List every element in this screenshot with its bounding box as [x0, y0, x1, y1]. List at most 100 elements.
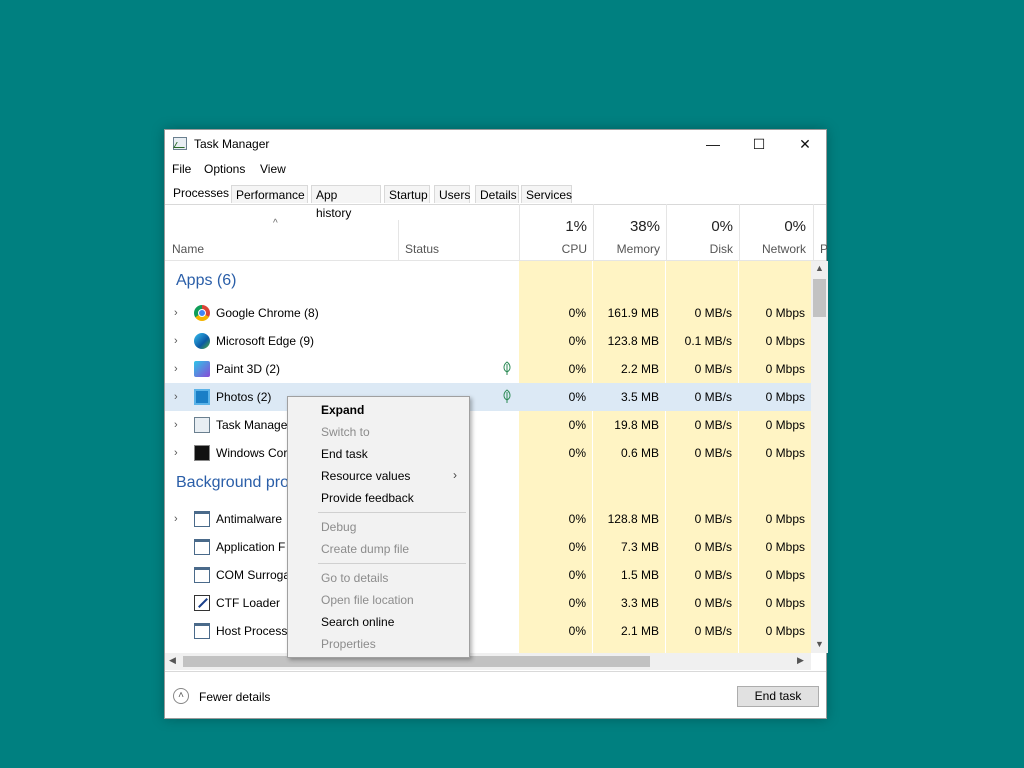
menu-item-debug[interactable]: Debug [321, 520, 356, 534]
table-row[interactable]: › Antimalware 0% 128.8 MB 0 MB/s 0 Mbps [165, 505, 811, 533]
scroll-up-icon[interactable]: ▲ [815, 263, 824, 273]
disk-value: 0 MB/s [694, 418, 732, 432]
disk-value: 0 MB/s [694, 512, 732, 526]
header-cpu[interactable]: 1% CPU [519, 204, 593, 260]
menu-separator [318, 563, 466, 564]
table-row[interactable]: COM Surroga 0% 1.5 MB 0 MB/s 0 Mbps [165, 561, 811, 589]
network-value: 0 Mbps [765, 306, 805, 320]
network-value: 0 Mbps [765, 418, 805, 432]
cpu-value: 0% [568, 512, 586, 526]
network-label: Network [761, 242, 806, 256]
disk-value: 0 MB/s [694, 568, 732, 582]
chevron-up-circle-icon[interactable]: ˄ [173, 688, 189, 704]
horizontal-scrollbar[interactable]: ◀ ▶ [165, 653, 811, 670]
menu-view[interactable]: View [260, 162, 286, 176]
menu-item-go-to-details[interactable]: Go to details [321, 571, 388, 585]
scroll-down-icon[interactable]: ▼ [815, 639, 824, 649]
process-name: Host Process [216, 624, 288, 638]
table-row[interactable]: Host Process 0% 2.1 MB 0 MB/s 0 Mbps [165, 617, 811, 645]
table-row[interactable]: CTF Loader 0% 3.3 MB 0 MB/s 0 Mbps [165, 589, 811, 617]
tab-services[interactable]: Services [521, 185, 572, 203]
title-bar[interactable]: Task Manager — ☐ ✕ [165, 130, 826, 158]
tab-performance[interactable]: Performance [231, 185, 308, 203]
table-row[interactable]: › Google Chrome (8) 0% 161.9 MB 0 MB/s 0… [165, 299, 811, 327]
menu-options[interactable]: Options [204, 162, 245, 176]
menu-bar: File Options View [165, 160, 826, 180]
chevron-right-icon[interactable]: › [174, 447, 178, 459]
table-row-selected[interactable]: › Photos (2) 0% 3.5 MB 0 MB/s 0 Mbps [165, 383, 811, 411]
table-row[interactable]: › Task Manager 0% 19.8 MB 0 MB/s 0 Mbps [165, 411, 811, 439]
table-row[interactable]: › Microsoft Edge (9) 0% 123.8 MB 0.1 MB/… [165, 327, 811, 355]
chevron-right-icon[interactable]: › [174, 391, 178, 403]
process-name: Paint 3D (2) [216, 362, 281, 376]
scroll-right-icon[interactable]: ▶ [797, 655, 804, 666]
disk-value: 0 MB/s [694, 540, 732, 554]
service-window-icon [194, 539, 210, 555]
close-button[interactable]: ✕ [782, 130, 828, 158]
menu-item-open-file-location[interactable]: Open file location [321, 593, 414, 607]
process-name: Task Manager [216, 418, 292, 432]
chevron-right-icon[interactable]: › [174, 363, 178, 375]
service-window-icon [194, 623, 210, 639]
memory-value: 161.9 MB [607, 306, 659, 320]
memory-total: 38% [629, 218, 660, 235]
tab-processes[interactable]: Processes [168, 182, 230, 204]
menu-item-provide-feedback[interactable]: Provide feedback [321, 491, 414, 505]
memory-value: 2.2 MB [620, 362, 659, 376]
power-label: P [820, 242, 829, 256]
menu-item-search-online[interactable]: Search online [321, 615, 394, 629]
chevron-right-icon[interactable]: › [174, 513, 178, 525]
tab-strip: Processes Performance App history Startu… [165, 182, 826, 220]
header-memory[interactable]: 38% Memory [593, 204, 666, 260]
tab-startup[interactable]: Startup [384, 185, 430, 203]
vertical-scroll-thumb[interactable] [813, 279, 826, 317]
header-disk[interactable]: 0% Disk [666, 204, 739, 260]
header-name[interactable]: Name [172, 242, 204, 256]
cpu-value: 0% [568, 390, 586, 404]
tab-users[interactable]: Users [434, 185, 470, 203]
cpu-value: 0% [568, 540, 586, 554]
end-task-button[interactable]: End task [737, 686, 819, 707]
table-row[interactable]: › Paint 3D (2) 0% 2.2 MB 0 MB/s 0 Mbps [165, 355, 811, 383]
context-menu: Expand Switch to End task Resource value… [287, 396, 470, 658]
table-row[interactable]: › Windows Cor 0% 0.6 MB 0 MB/s 0 Mbps [165, 439, 811, 467]
memory-value: 2.1 MB [620, 624, 659, 638]
tab-details[interactable]: Details [475, 185, 519, 203]
menu-item-switch-to[interactable]: Switch to [321, 425, 370, 439]
disk-total: 0% [711, 218, 733, 235]
menu-item-create-dump-file[interactable]: Create dump file [321, 542, 409, 556]
menu-item-properties[interactable]: Properties [321, 637, 376, 651]
network-value: 0 Mbps [765, 624, 805, 638]
memory-value: 7.3 MB [620, 540, 659, 554]
process-list: Apps (6) › Google Chrome (8) 0% 161.9 MB… [165, 261, 811, 653]
header-power-truncated[interactable]: P [813, 204, 828, 260]
tab-app-history[interactable]: App history [311, 185, 381, 220]
scroll-left-icon[interactable]: ◀ [169, 655, 176, 666]
header-network[interactable]: 0% Network [739, 204, 812, 260]
menu-item-expand[interactable]: Expand [321, 403, 364, 417]
table-row[interactable]: Application F 0% 7.3 MB 0 MB/s 0 Mbps [165, 533, 811, 561]
network-value: 0 Mbps [765, 568, 805, 582]
chevron-right-icon[interactable]: › [174, 335, 178, 347]
vertical-scrollbar[interactable]: ▲ ▼ [811, 261, 828, 653]
header-status[interactable]: Status [405, 242, 439, 256]
memory-value: 0.6 MB [620, 446, 659, 460]
maximize-button[interactable]: ☐ [736, 130, 782, 158]
menu-item-end-task[interactable]: End task [321, 447, 368, 461]
service-window-icon [194, 511, 210, 527]
process-name: COM Surroga [216, 568, 291, 582]
efficiency-leaf-icon [503, 389, 511, 403]
console-icon [194, 445, 210, 461]
task-manager-icon [194, 417, 210, 433]
window-title: Task Manager [194, 137, 270, 151]
menu-separator [318, 512, 466, 513]
minimize-button[interactable]: — [690, 130, 736, 158]
sort-arrow-icon: ^ [273, 218, 278, 229]
chevron-right-icon[interactable]: › [174, 307, 178, 319]
menu-file[interactable]: File [172, 162, 191, 176]
menu-item-resource-values[interactable]: Resource values [321, 469, 410, 483]
chevron-right-icon[interactable]: › [174, 419, 178, 431]
network-value: 0 Mbps [765, 390, 805, 404]
fewer-details-link[interactable]: Fewer details [199, 690, 270, 704]
cpu-total: 1% [565, 218, 587, 235]
